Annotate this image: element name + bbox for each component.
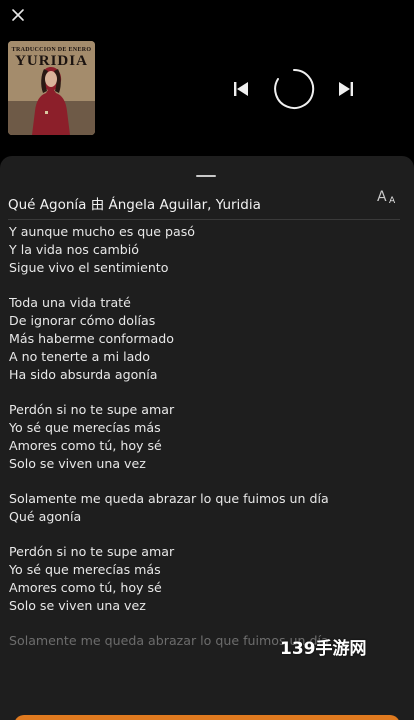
song-title: Qué Agonía 由 Ángela Aguilar, Yuridia: [8, 197, 261, 213]
skip-next-icon: [339, 82, 353, 96]
lyrics-stanza: Y aunque mucho es que pasó Y la vida nos…: [9, 223, 409, 277]
next-track-button[interactable]: [337, 80, 355, 98]
font-size-toggle-button[interactable]: A A: [375, 188, 401, 212]
skip-previous-icon: [234, 82, 248, 96]
close-button[interactable]: [8, 5, 28, 25]
lyric-line: Perdón si no te supe amar: [9, 402, 175, 417]
album-art-title-main: YURIDIA: [15, 53, 88, 69]
title-divider: [8, 219, 400, 220]
lyric-line: A no tenerte a mi lado: [9, 349, 150, 364]
loading-spinner-icon: [274, 68, 315, 109]
lyric-line: Ha sido absurda agonía: [9, 367, 158, 382]
music-player-screen: TRADUCCION DE ENERO YURIDIA Qué Agonía 由…: [0, 0, 414, 720]
lyric-line: Amores como tú, hoy sé: [9, 580, 162, 595]
previous-track-button[interactable]: [232, 80, 250, 98]
lyrics-stanza: Solamente me queda abrazar lo que fuimos…: [9, 490, 409, 526]
lyric-line: Toda una vida traté: [9, 295, 131, 310]
lyric-line: Y la vida nos cambió: [9, 242, 139, 257]
lyric-line: Yo sé que merecías más: [9, 562, 161, 577]
lyrics-stanza: Perdón si no te supe amar Yo sé que mere…: [9, 543, 409, 615]
album-art: TRADUCCION DE ENERO YURIDIA: [8, 41, 95, 135]
lyric-line: Qué agonía: [9, 509, 82, 524]
font-size-small-icon: A: [389, 196, 396, 206]
font-size-large-icon: A: [377, 189, 387, 205]
lyric-line: Más haberme conformado: [9, 331, 174, 346]
close-icon: [12, 9, 24, 21]
lyric-line: De ignorar cómo dolías: [9, 313, 156, 328]
bottom-action-bar[interactable]: [14, 715, 400, 720]
play-pause-button[interactable]: [272, 67, 316, 111]
lyric-line: Solamente me queda abrazar lo que fuimos…: [9, 491, 329, 506]
lyric-line: Solo se viven una vez: [9, 598, 146, 613]
lyric-line: Sigue vivo el sentimiento: [9, 260, 169, 275]
watermark: 139手游网: [280, 639, 367, 659]
lyrics-sheet: Qué Agonía 由 Ángela Aguilar, Yuridia A A…: [0, 156, 414, 720]
lyric-line: Yo sé que merecías más: [9, 420, 161, 435]
lyric-line: Amores como tú, hoy sé: [9, 438, 162, 453]
lyrics-body[interactable]: Y aunque mucho es que pasó Y la vida nos…: [9, 223, 409, 653]
sheet-drag-handle[interactable]: [196, 175, 216, 177]
lyric-line: Y aunque mucho es que pasó: [9, 224, 195, 239]
lyric-line: Perdón si no te supe amar: [9, 544, 175, 559]
lyrics-stanza: Toda una vida traté De ignorar cómo dolí…: [9, 294, 409, 384]
playback-controls: [230, 67, 360, 111]
lyrics-stanza: Perdón si no te supe amar Yo sé que mere…: [9, 401, 409, 473]
lyric-line: Solo se viven una vez: [9, 456, 146, 471]
